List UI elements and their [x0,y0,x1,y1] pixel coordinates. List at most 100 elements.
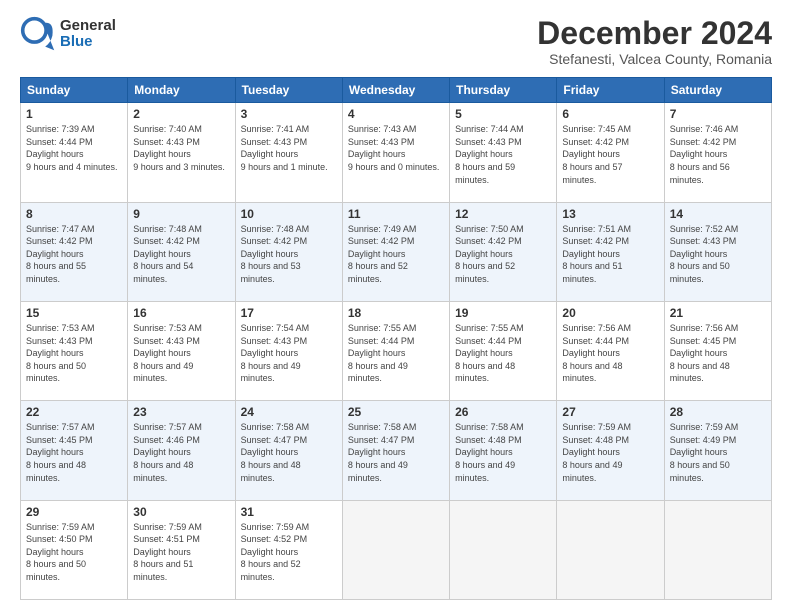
header-cell-sunday: Sunday [21,78,128,103]
day-number: 21 [670,306,766,320]
calendar-cell: 10 Sunrise: 7:48 AMSunset: 4:42 PMDayligh… [235,202,342,301]
calendar-cell: 23 Sunrise: 7:57 AMSunset: 4:46 PMDayligh… [128,401,235,500]
day-number: 19 [455,306,551,320]
day-info: Sunrise: 7:48 AMSunset: 4:42 PMDaylight … [133,223,229,286]
day-info: Sunrise: 7:46 AMSunset: 4:42 PMDaylight … [670,123,766,186]
calendar-cell: 15Sunrise: 7:53 AMSunset: 4:43 PMDayligh… [21,301,128,400]
week-row-5: 29 Sunrise: 7:59 AMSunset: 4:50 PMDayligh… [21,500,772,599]
calendar-cell: 25Sunrise: 7:58 AMSunset: 4:47 PMDayligh… [342,401,449,500]
calendar-cell: 21 Sunrise: 7:56 AMSunset: 4:45 PMDayligh… [664,301,771,400]
day-info: Sunrise: 7:59 AMSunset: 4:50 PMDaylight … [26,521,122,584]
day-number: 20 [562,306,658,320]
month-title: December 2024 [537,16,772,51]
day-info: Sunrise: 7:54 AMSunset: 4:43 PMDaylight … [241,322,337,385]
day-info: Sunrise: 7:56 AMSunset: 4:45 PMDaylight … [670,322,766,385]
day-info: Sunrise: 7:51 AMSunset: 4:42 PMDaylight … [562,223,658,286]
day-number: 29 [26,505,122,519]
day-info: Sunrise: 7:59 AMSunset: 4:51 PMDaylight … [133,521,229,584]
day-number: 28 [670,405,766,419]
calendar-cell: 18Sunrise: 7:55 AMSunset: 4:44 PMDayligh… [342,301,449,400]
day-number: 15 [26,306,122,320]
day-info: Sunrise: 7:44 AMSunset: 4:43 PMDaylight … [455,123,551,186]
calendar-cell: 27Sunrise: 7:59 AMSunset: 4:48 PMDayligh… [557,401,664,500]
day-number: 7 [670,107,766,121]
day-number: 3 [241,107,337,121]
day-info: Sunrise: 7:58 AMSunset: 4:47 PMDaylight … [241,421,337,484]
logo-icon [20,16,56,52]
calendar-cell: 6Sunrise: 7:45 AMSunset: 4:42 PMDaylight… [557,103,664,202]
calendar-cell: 31Sunrise: 7:59 AMSunset: 4:52 PMDayligh… [235,500,342,599]
logo-blue-text: Blue [60,34,116,51]
day-number: 23 [133,405,229,419]
calendar-cell: 9 Sunrise: 7:48 AMSunset: 4:42 PMDaylight… [128,202,235,301]
header-cell-tuesday: Tuesday [235,78,342,103]
calendar-cell: 8Sunrise: 7:47 AMSunset: 4:42 PMDaylight… [21,202,128,301]
week-row-2: 8Sunrise: 7:47 AMSunset: 4:42 PMDaylight… [21,202,772,301]
calendar-cell: 13 Sunrise: 7:51 AMSunset: 4:42 PMDayligh… [557,202,664,301]
calendar-cell: 11 Sunrise: 7:49 AMSunset: 4:42 PMDayligh… [342,202,449,301]
day-number: 5 [455,107,551,121]
header-cell-friday: Friday [557,78,664,103]
day-info: Sunrise: 7:56 AMSunset: 4:44 PMDaylight … [562,322,658,385]
calendar-cell: 20 Sunrise: 7:56 AMSunset: 4:44 PMDayligh… [557,301,664,400]
day-number: 2 [133,107,229,121]
day-info: Sunrise: 7:57 AMSunset: 4:46 PMDaylight … [133,421,229,484]
calendar-cell: 3Sunrise: 7:41 AMSunset: 4:43 PMDaylight… [235,103,342,202]
calendar-cell: 28 Sunrise: 7:59 AMSunset: 4:49 PMDayligh… [664,401,771,500]
day-number: 10 [241,207,337,221]
calendar-cell: 4 Sunrise: 7:43 AMSunset: 4:43 PMDaylight… [342,103,449,202]
header: General Blue December 2024 Stefanesti, V… [20,16,772,67]
calendar-cell: 19Sunrise: 7:55 AMSunset: 4:44 PMDayligh… [450,301,557,400]
day-number: 30 [133,505,229,519]
calendar-cell: 24 Sunrise: 7:58 AMSunset: 4:47 PMDayligh… [235,401,342,500]
calendar-cell [664,500,771,599]
day-info: Sunrise: 7:50 AMSunset: 4:42 PMDaylight … [455,223,551,286]
calendar-cell: 22 Sunrise: 7:57 AMSunset: 4:45 PMDayligh… [21,401,128,500]
title-block: December 2024 Stefanesti, Valcea County,… [537,16,772,67]
day-info: Sunrise: 7:47 AMSunset: 4:42 PMDaylight … [26,223,122,286]
week-row-1: 1 Sunrise: 7:39 AMSunset: 4:44 PMDaylight… [21,103,772,202]
location-title: Stefanesti, Valcea County, Romania [537,51,772,67]
day-number: 1 [26,107,122,121]
day-info: Sunrise: 7:39 AMSunset: 4:44 PMDaylight … [26,123,122,173]
day-number: 16 [133,306,229,320]
header-cell-monday: Monday [128,78,235,103]
day-number: 4 [348,107,444,121]
day-info: Sunrise: 7:48 AMSunset: 4:42 PMDaylight … [241,223,337,286]
page: General Blue December 2024 Stefanesti, V… [0,0,792,612]
logo-text: General Blue [60,18,116,51]
day-number: 13 [562,207,658,221]
calendar-cell: 1 Sunrise: 7:39 AMSunset: 4:44 PMDaylight… [21,103,128,202]
logo-general-text: General [60,18,116,35]
day-info: Sunrise: 7:43 AMSunset: 4:43 PMDaylight … [348,123,444,173]
day-number: 11 [348,207,444,221]
day-number: 24 [241,405,337,419]
day-info: Sunrise: 7:45 AMSunset: 4:42 PMDaylight … [562,123,658,186]
day-number: 26 [455,405,551,419]
calendar-cell: 14Sunrise: 7:52 AMSunset: 4:43 PMDayligh… [664,202,771,301]
calendar-cell: 5 Sunrise: 7:44 AMSunset: 4:43 PMDaylight… [450,103,557,202]
header-cell-wednesday: Wednesday [342,78,449,103]
calendar-cell: 30 Sunrise: 7:59 AMSunset: 4:51 PMDayligh… [128,500,235,599]
calendar-cell: 16 Sunrise: 7:53 AMSunset: 4:43 PMDayligh… [128,301,235,400]
day-info: Sunrise: 7:57 AMSunset: 4:45 PMDaylight … [26,421,122,484]
day-info: Sunrise: 7:55 AMSunset: 4:44 PMDaylight … [348,322,444,385]
day-info: Sunrise: 7:59 AMSunset: 4:49 PMDaylight … [670,421,766,484]
week-row-3: 15 Sunrise: 7:53 AMSunset: 4:43 PMDayligh… [21,301,772,400]
calendar-cell: 7 Sunrise: 7:46 AMSunset: 4:42 PMDaylight… [664,103,771,202]
calendar-cell [557,500,664,599]
calendar-cell: 2 Sunrise: 7:40 AMSunset: 4:43 PMDaylight… [128,103,235,202]
header-row: SundayMondayTuesdayWednesdayThursdayFrid… [21,78,772,103]
day-number: 31 [241,505,337,519]
day-info: Sunrise: 7:58 AMSunset: 4:48 PMDaylight … [455,421,551,484]
header-cell-saturday: Saturday [664,78,771,103]
day-number: 9 [133,207,229,221]
day-info: Sunrise: 7:53 AMSunset: 4:43 PMDaylight … [133,322,229,385]
day-info: Sunrise: 7:40 AMSunset: 4:43 PMDaylight … [133,123,229,173]
day-number: 27 [562,405,658,419]
day-number: 22 [26,405,122,419]
calendar-cell: 29 Sunrise: 7:59 AMSunset: 4:50 PMDayligh… [21,500,128,599]
day-info: Sunrise: 7:58 AMSunset: 4:47 PMDaylight … [348,421,444,484]
day-info: Sunrise: 7:52 AMSunset: 4:43 PMDaylight … [670,223,766,286]
day-info: Sunrise: 7:49 AMSunset: 4:42 PMDaylight … [348,223,444,286]
